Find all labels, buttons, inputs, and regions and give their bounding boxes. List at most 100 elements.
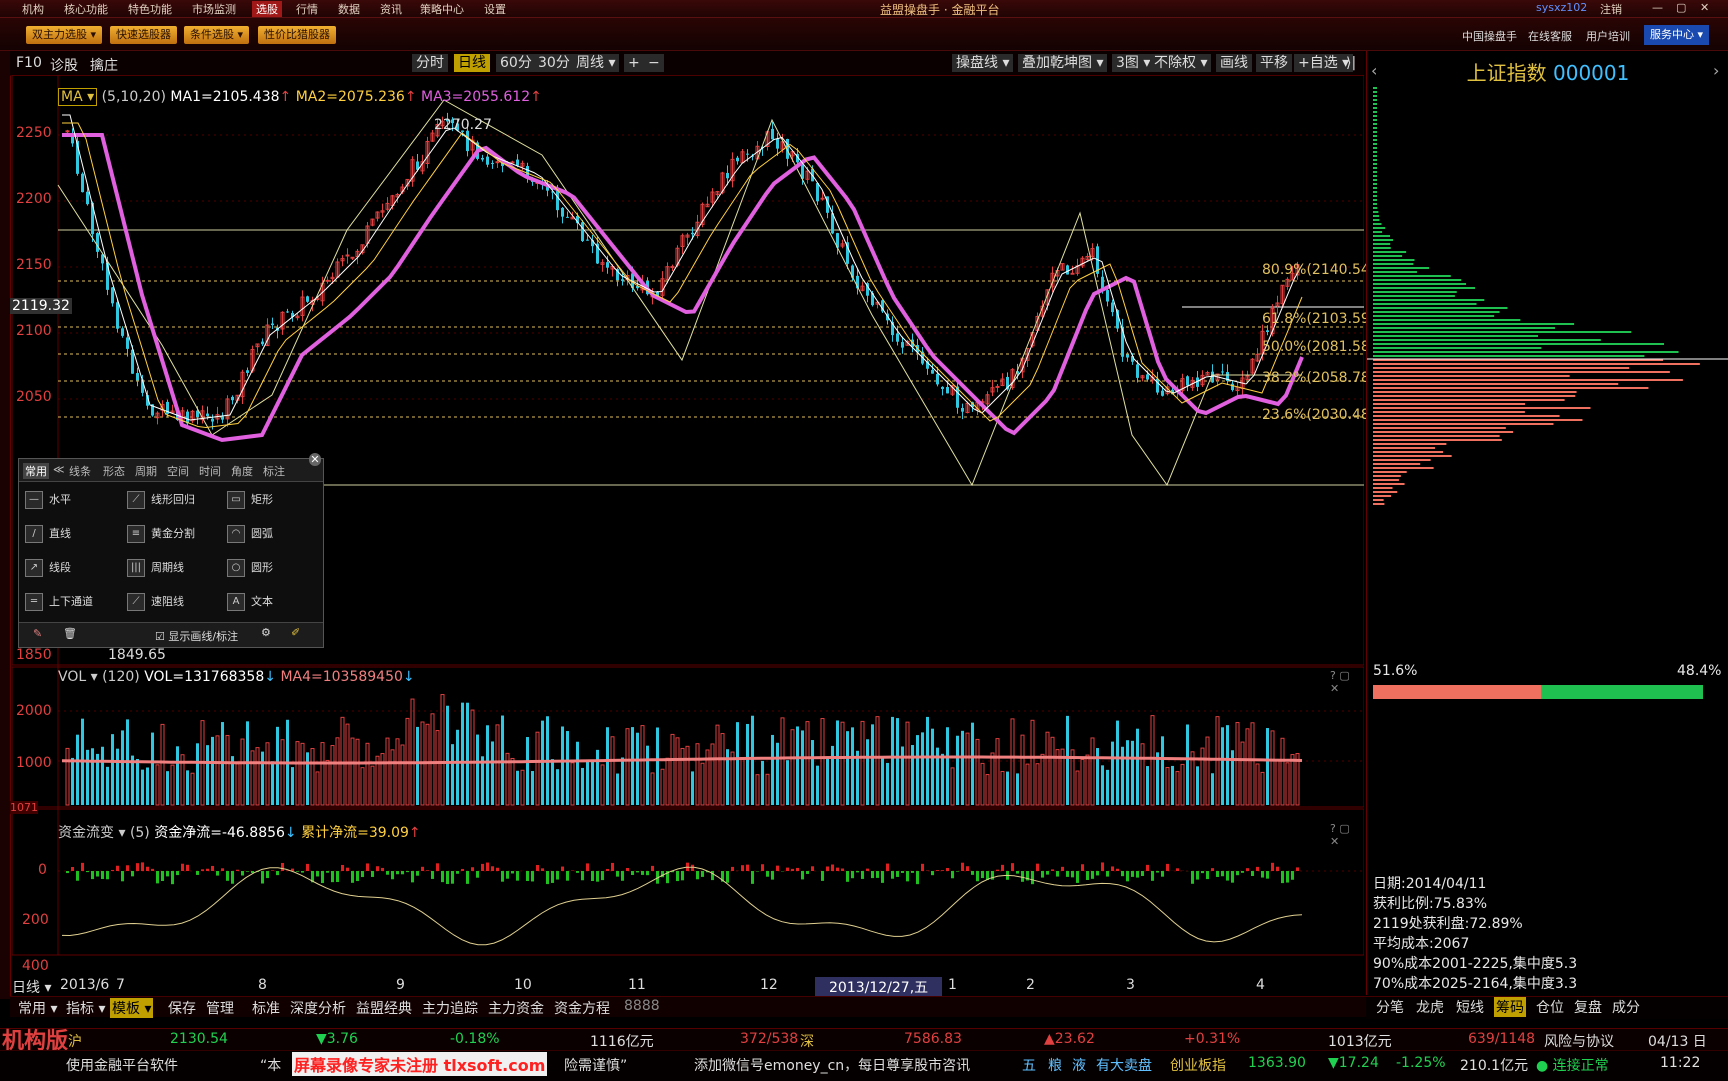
close-icon[interactable]: ✕ <box>1700 1 1709 14</box>
menu-item-settings[interactable]: 设置 <box>484 1 506 17</box>
menu-item-data[interactable]: 数据 <box>338 1 360 17</box>
logout-link[interactable]: 注销 <box>1600 1 1622 17</box>
show-drawings-checkbox[interactable]: ☑ 显示画线/标注 <box>155 628 238 644</box>
menu-item-core[interactable]: 核心功能 <box>64 1 108 17</box>
tool-golden-section[interactable]: ≡黄金分割 <box>127 525 195 543</box>
collapse-panel-icon[interactable]: ⟩| <box>1346 55 1356 71</box>
btab-indicator[interactable]: 指标 ▾ <box>66 998 105 1018</box>
draw-tab-space[interactable]: 空间 <box>167 463 189 479</box>
btab-8888[interactable]: 8888 <box>624 998 660 1014</box>
tab-daily[interactable]: 日线 <box>454 54 490 72</box>
service-center-button[interactable]: 服务中心 ▾ <box>1644 25 1709 45</box>
draw-tab-angle[interactable]: 角度 <box>231 463 253 479</box>
draw-tab-lines[interactable]: 线条 <box>69 463 91 479</box>
period-selector[interactable]: 日线 ▾ <box>12 977 51 997</box>
tool-channel[interactable]: ═上下通道 <box>25 593 93 611</box>
diagnose-link[interactable]: 诊股 <box>50 55 78 75</box>
three-chart-button[interactable]: 3图 ▾ <box>1112 54 1154 72</box>
draw-tab-time[interactable]: 时间 <box>199 463 221 479</box>
tool-segment[interactable]: ↗线段 <box>25 559 71 577</box>
tool-horizontal[interactable]: —水平 <box>25 491 71 509</box>
ma-selector[interactable]: MA ▾ <box>58 88 97 106</box>
tab-replay[interactable]: 复盘 <box>1574 997 1602 1017</box>
overlay-chart-button[interactable]: 叠加乾坤图 ▾ <box>1018 54 1107 72</box>
menu-item-quotes[interactable]: 行情 <box>296 1 318 17</box>
next-stock-icon[interactable]: › <box>1713 61 1719 80</box>
btab-save[interactable]: 保存 <box>168 998 196 1018</box>
btab-main-track[interactable]: 主力追踪 <box>422 998 478 1018</box>
hot-tag-4[interactable]: 有大卖盘 <box>1096 1055 1152 1075</box>
tab-chips[interactable]: 筹码 <box>1494 997 1526 1017</box>
menu-item-news[interactable]: 资讯 <box>380 1 402 17</box>
draw-tab-cycle[interactable]: 周期 <box>135 463 157 479</box>
tab-ticks[interactable]: 分笔 <box>1376 997 1404 1017</box>
pan-button[interactable]: 平移 <box>1256 54 1292 72</box>
btab-emoney-classic[interactable]: 益盟经典 <box>356 998 412 1018</box>
brush-icon[interactable]: ✐ <box>291 626 300 639</box>
menu-item-strategy[interactable]: 策略中心 <box>420 1 464 17</box>
minimize-icon[interactable]: — <box>1652 1 1663 14</box>
online-service-link[interactable]: 在线客服 <box>1528 28 1572 44</box>
zoom-out-button[interactable]: − <box>644 54 664 72</box>
zoom-in-button[interactable]: + <box>624 54 644 72</box>
tool-circle[interactable]: ○圆形 <box>227 559 273 577</box>
draw-tab-prev[interactable]: ≪ <box>53 463 65 476</box>
draw-panel-close-icon[interactable]: ✕ <box>309 453 321 466</box>
tab-short-term[interactable]: 短线 <box>1456 997 1484 1017</box>
btab-common[interactable]: 常用 ▾ <box>18 998 57 1018</box>
flow-window-icons[interactable]: ? ▢ ✕ <box>1330 822 1358 848</box>
hot-tag-1[interactable]: 五 <box>1022 1055 1036 1075</box>
tab-60min[interactable]: 60分 <box>496 54 536 72</box>
draw-line-button[interactable]: 画线 <box>1216 54 1252 72</box>
menu-item-stock-picking[interactable]: 选股 <box>252 1 282 17</box>
tab-position[interactable]: 仓位 <box>1536 997 1564 1017</box>
tool-speed-resistance[interactable]: ⟋速阻线 <box>127 593 184 611</box>
draw-tab-label[interactable]: 标注 <box>263 463 285 479</box>
btab-manage[interactable]: 管理 <box>206 998 234 1018</box>
btab-standard[interactable]: 标准 <box>252 998 280 1018</box>
catch-dealer-link[interactable]: 擒庄 <box>90 55 118 75</box>
tool-arc[interactable]: ◠圆弧 <box>227 525 273 543</box>
chip-bar <box>1373 403 1525 405</box>
flow-selector[interactable]: 资金流变 ▾ <box>58 825 125 841</box>
vol-window-icons[interactable]: ? ▢ ✕ <box>1330 669 1358 695</box>
value-hunter-button[interactable]: 性价比猎股器 <box>258 26 336 44</box>
quick-picker-button[interactable]: 快速选股器 <box>110 26 177 44</box>
user-training-link[interactable]: 用户培训 <box>1586 28 1630 44</box>
menu-item-market[interactable]: 市场监测 <box>192 1 236 17</box>
trading-line-button[interactable]: 操盘线 ▾ <box>952 54 1013 72</box>
tab-30min[interactable]: 30分 <box>534 54 574 72</box>
dual-main-picker-button[interactable]: 双主力选股 ▾ <box>26 26 102 44</box>
vol-selector[interactable]: VOL ▾ <box>58 669 98 685</box>
btab-main-funds[interactable]: 主力资金 <box>488 998 544 1018</box>
tool-straight-line[interactable]: /直线 <box>25 525 71 543</box>
maximize-icon[interactable]: ▢ <box>1676 1 1686 14</box>
tab-dragon-tiger[interactable]: 龙虎 <box>1416 997 1444 1017</box>
gear-icon[interactable]: ⚙ <box>261 626 271 639</box>
risk-agreement-link[interactable]: 风险与协议 <box>1544 1031 1614 1051</box>
chip-bar <box>1373 339 1601 341</box>
menu-item-featured[interactable]: 特色功能 <box>128 1 172 17</box>
btab-funds-equation[interactable]: 资金方程 <box>554 998 610 1018</box>
btab-template[interactable]: 模板 ▾ <box>110 998 153 1018</box>
no-exright-button[interactable]: 不除权 ▾ <box>1150 54 1211 72</box>
tab-weekly[interactable]: 周线 ▾ <box>572 54 619 72</box>
f10-link[interactable]: F10 <box>16 55 42 71</box>
condition-picker-button[interactable]: 条件选股 ▾ <box>184 26 249 44</box>
hot-tag-2[interactable]: 粮 <box>1048 1055 1062 1075</box>
draw-tab-common[interactable]: 常用 <box>23 463 49 479</box>
tool-rectangle[interactable]: ▭矩形 <box>227 491 273 509</box>
hot-tag-3[interactable]: 液 <box>1072 1055 1086 1075</box>
tool-regression[interactable]: ⟋线形回归 <box>127 491 195 509</box>
tool-cycle-line[interactable]: |||周期线 <box>127 559 184 577</box>
eraser-icon[interactable]: ✎ <box>33 627 42 640</box>
menu-item-jigou[interactable]: 机构 <box>22 1 44 17</box>
tab-components[interactable]: 成分 <box>1612 997 1640 1017</box>
tool-text[interactable]: A文本 <box>227 593 273 611</box>
trash-icon[interactable]: 🗑 <box>63 627 77 640</box>
add-watchlist-button[interactable]: +自选 ▾ <box>1294 54 1353 72</box>
btab-deep-analysis[interactable]: 深度分析 <box>290 998 346 1018</box>
china-trader-link[interactable]: 中国操盘手 <box>1462 28 1517 44</box>
draw-tab-shapes[interactable]: 形态 <box>103 463 125 479</box>
tab-intraday[interactable]: 分时 <box>412 54 448 72</box>
